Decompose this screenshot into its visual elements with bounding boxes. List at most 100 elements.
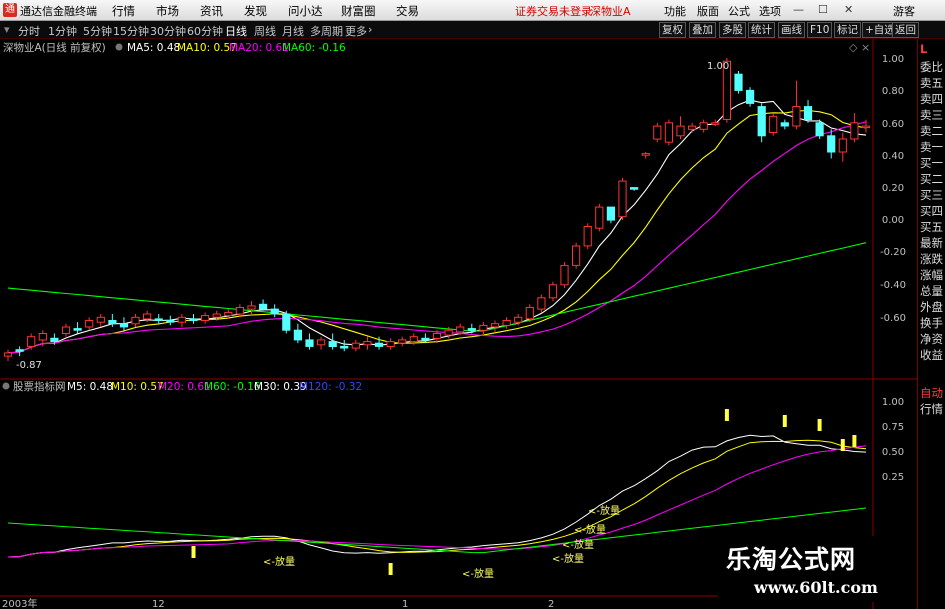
candle-down[interactable] <box>259 303 268 310</box>
candle-up[interactable] <box>525 307 534 320</box>
candle-down[interactable] <box>50 337 59 342</box>
candle-up[interactable] <box>85 320 94 328</box>
candle-up[interactable] <box>96 316 105 323</box>
sidepanel-item[interactable]: 最新 <box>920 235 945 251</box>
period-15min[interactable]: 15分钟 <box>113 23 149 39</box>
candle-up[interactable] <box>398 339 407 344</box>
period-multi[interactable]: 多周期 <box>310 23 343 39</box>
candle-up[interactable] <box>537 297 546 310</box>
candle-down[interactable] <box>780 122 789 127</box>
candle-up[interactable] <box>38 333 47 341</box>
menu-wealth[interactable]: 财富圈 <box>341 3 376 19</box>
candle-up[interactable] <box>572 245 581 266</box>
candle-up[interactable] <box>409 336 418 343</box>
menu-discover[interactable]: 发现 <box>244 3 267 19</box>
candle-up[interactable] <box>699 122 708 130</box>
candle-up[interactable] <box>595 206 604 229</box>
menu-ask[interactable]: 问小达 <box>288 3 323 19</box>
candle-down[interactable] <box>467 328 476 331</box>
candle-down[interactable] <box>421 337 430 341</box>
candle-up[interactable] <box>514 316 523 323</box>
tool-function[interactable]: 功能 <box>664 3 686 19</box>
candle-up[interactable] <box>641 153 650 156</box>
candle-up[interactable] <box>363 341 372 346</box>
sidepanel-item[interactable]: 委比 <box>920 59 945 75</box>
menu-quotes[interactable]: 行情 <box>112 3 135 19</box>
sidepanel-item[interactable]: 卖五 <box>920 75 945 91</box>
candle-up[interactable] <box>560 264 569 286</box>
candle-up[interactable] <box>490 323 500 328</box>
candle-up[interactable] <box>456 326 465 333</box>
candle-down[interactable] <box>630 187 639 190</box>
candle-up[interactable] <box>3 352 13 357</box>
candle-up[interactable] <box>502 320 511 326</box>
sidepanel-item[interactable]: 买二 <box>920 171 945 187</box>
mark-button[interactable]: 标记 <box>834 22 861 38</box>
candle-down[interactable] <box>815 122 824 137</box>
candle-up[interactable] <box>688 125 697 130</box>
sidepanel-auto[interactable]: 自动 <box>920 385 945 401</box>
indicator-settings-icon[interactable] <box>115 43 123 51</box>
candle-down[interactable] <box>340 345 349 349</box>
candle-down[interactable] <box>827 135 836 153</box>
sidepanel-item[interactable]: 涨幅 <box>920 267 945 283</box>
more-arrow-icon[interactable]: › <box>368 23 372 36</box>
candle-down[interactable] <box>328 341 337 348</box>
sidepanel-item[interactable]: 买四 <box>920 203 945 219</box>
period-weekly[interactable]: 周线 <box>254 23 276 39</box>
candle-up[interactable] <box>247 305 256 310</box>
user-label[interactable]: 游客 <box>893 3 915 19</box>
candle-down[interactable] <box>119 323 129 328</box>
menu-market[interactable]: 市场 <box>156 3 179 19</box>
candle-up[interactable] <box>224 311 233 317</box>
candle-down[interactable] <box>108 320 117 325</box>
statistics-button[interactable]: 统计 <box>748 22 775 38</box>
candle-down[interactable] <box>293 329 302 341</box>
sidepanel-item[interactable]: 总量 <box>920 283 945 299</box>
sidepanel-item[interactable]: 收益 <box>920 347 945 363</box>
period-menu-icon[interactable]: ▾ <box>4 23 10 36</box>
panel-close-icon[interactable]: × <box>861 41 870 54</box>
candle-up[interactable] <box>317 339 326 346</box>
candle-up[interactable] <box>711 122 720 125</box>
candle-up[interactable] <box>27 336 36 347</box>
candle-down[interactable] <box>374 342 384 347</box>
tool-formula[interactable]: 公式 <box>728 3 750 19</box>
menu-trade[interactable]: 交易 <box>396 3 419 19</box>
candle-down[interactable] <box>189 318 198 321</box>
back-button[interactable]: 返回 <box>892 22 919 38</box>
sidepanel-item[interactable]: 净资 <box>920 331 945 347</box>
candle-down[interactable] <box>73 328 82 331</box>
candle-up[interactable] <box>676 125 685 137</box>
sidepanel-item[interactable]: 卖三 <box>920 107 945 123</box>
candle-up[interactable] <box>838 138 847 153</box>
sidepanel-item[interactable]: 卖一 <box>920 139 945 155</box>
sidepanel-item[interactable]: 换手 <box>920 315 945 331</box>
candle-up[interactable] <box>664 122 673 143</box>
draw-line-button[interactable]: 画线 <box>778 22 805 38</box>
candle-up[interactable] <box>235 307 245 315</box>
candle-up[interactable] <box>386 341 395 348</box>
candle-up[interactable] <box>548 284 558 299</box>
candle-up[interactable] <box>769 115 778 134</box>
sub-indicator-settings-icon[interactable] <box>2 382 10 390</box>
tool-options[interactable]: 选项 <box>759 3 781 19</box>
candle-up[interactable] <box>479 324 488 331</box>
candle-down[interactable] <box>746 89 755 104</box>
candle-up[interactable] <box>850 122 859 140</box>
candle-up[interactable] <box>351 342 360 349</box>
candle-down[interactable] <box>166 320 175 323</box>
candle-up[interactable] <box>861 125 871 129</box>
candle-down[interactable] <box>734 73 743 91</box>
candle-up[interactable] <box>583 226 592 247</box>
f10-button[interactable]: F10 <box>807 22 833 38</box>
sidepanel-collapse[interactable]: L <box>920 41 945 57</box>
sidepanel-item[interactable]: 买五 <box>920 219 945 235</box>
candle-up[interactable] <box>212 313 221 318</box>
candle-up[interactable] <box>653 125 662 140</box>
sidepanel-item[interactable]: 卖四 <box>920 91 945 107</box>
candle-up[interactable] <box>61 326 71 334</box>
candle-up[interactable] <box>201 315 210 322</box>
candle-down[interactable] <box>270 308 279 315</box>
period-more[interactable]: 更多 <box>345 23 367 39</box>
